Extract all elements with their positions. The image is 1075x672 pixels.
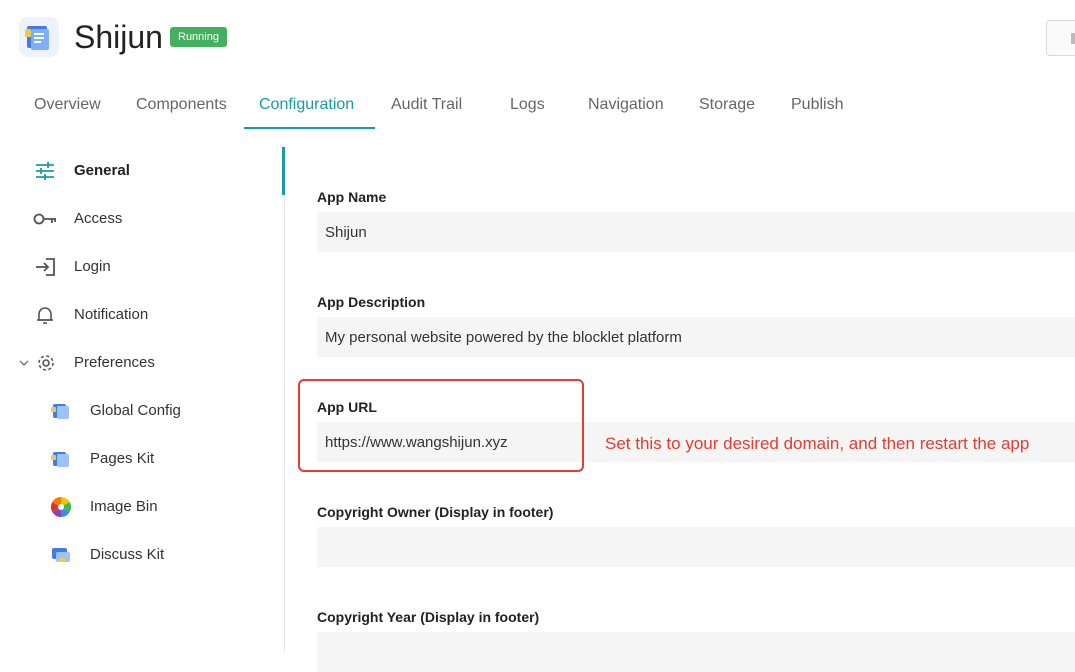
copyright-year-label: Copyright Year (Display in footer) (317, 609, 540, 625)
copyright-owner-input[interactable] (317, 527, 1075, 567)
sidebar-subitem-label: Image Bin (90, 498, 158, 515)
sidebar-item-label: Access (74, 210, 123, 227)
color-wheel-icon (50, 496, 72, 518)
sidebar-item-preferences[interactable]: Preferences (18, 348, 270, 378)
sidebar-subitem-label: Pages Kit (90, 450, 155, 467)
sidebar-item-notification[interactable]: Notification (30, 300, 270, 330)
active-tab-indicator (244, 127, 375, 129)
sidebar-subitem-pages-kit[interactable]: Pages Kit (50, 444, 270, 474)
tab-audit-trail[interactable]: Audit Trail (391, 86, 462, 126)
sliders-icon (36, 162, 54, 180)
sidebar-subitem-global-config[interactable]: Global Config (50, 396, 270, 426)
tab-publish[interactable]: Publish (791, 86, 843, 126)
sidebar-divider (284, 147, 285, 652)
login-icon (36, 258, 55, 276)
sidebar-subitem-label: Discuss Kit (90, 546, 165, 563)
sidebar-item-label: Notification (74, 306, 149, 323)
tab-overview[interactable]: Overview (34, 86, 101, 126)
blocklet-icon (51, 404, 69, 419)
annotation-highlight-box (298, 379, 584, 472)
action-icon (1071, 33, 1075, 44)
sidebar-subitem-image-bin[interactable]: Image Bin (50, 492, 270, 522)
tab-storage[interactable]: Storage (699, 86, 755, 126)
active-section-indicator (282, 147, 285, 195)
app-name-input[interactable] (317, 212, 1075, 252)
copyright-owner-label: Copyright Owner (Display in footer) (317, 504, 554, 520)
sidebar-item-label: Preferences (74, 354, 155, 371)
status-badge: Running (170, 27, 227, 47)
sidebar-subitem-label: Global Config (90, 402, 181, 419)
sidebar-item-access[interactable]: Access (30, 204, 270, 234)
sidebar-item-label: General (74, 162, 130, 179)
chat-icon (52, 548, 70, 562)
copyright-year-input[interactable] (317, 632, 1075, 672)
annotation-text: Set this to your desired domain, and the… (605, 434, 1030, 453)
sidebar-item-login[interactable]: Login (30, 252, 270, 282)
tab-configuration[interactable]: Configuration (259, 86, 354, 126)
gear-icon (38, 355, 54, 371)
sidebar-item-general[interactable]: General (30, 156, 270, 186)
blocklet-icon (51, 452, 69, 467)
sidebar-subitem-discuss-kit[interactable]: Discuss Kit (50, 540, 270, 570)
key-icon (33, 213, 56, 225)
bell-icon (37, 307, 53, 324)
app-name-label: App Name (317, 189, 387, 205)
sidebar-item-label: Login (74, 258, 111, 275)
app-description-input[interactable] (317, 317, 1075, 357)
app-logo-icon (19, 17, 59, 57)
header-action-button[interactable] (1046, 20, 1075, 56)
tab-bar: Overview Components Configuration Audit … (0, 86, 1075, 129)
tab-navigation[interactable]: Navigation (588, 86, 664, 126)
chevron-down-icon (19, 360, 29, 366)
app-description-label: App Description (317, 294, 426, 310)
page-title: Shijun (74, 19, 163, 55)
tab-logs[interactable]: Logs (510, 86, 545, 126)
tab-components[interactable]: Components (136, 86, 227, 126)
